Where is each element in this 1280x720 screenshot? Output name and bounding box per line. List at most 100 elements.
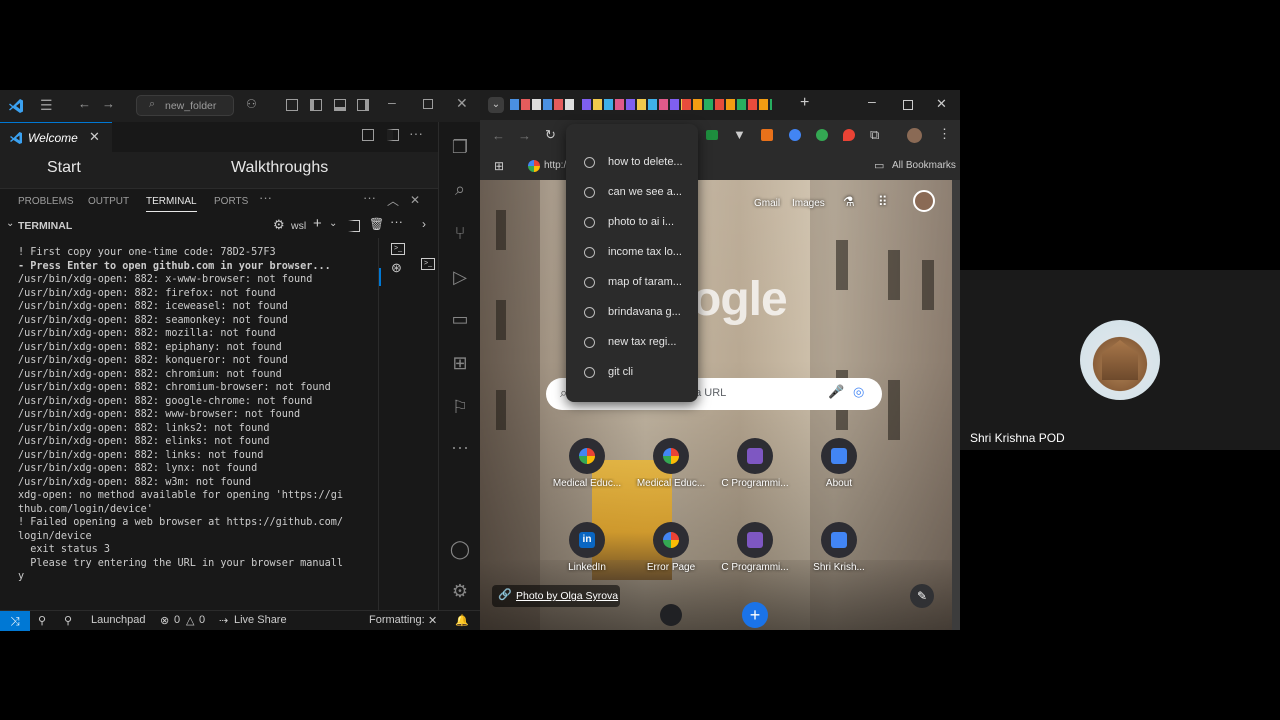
shortcut-tile[interactable]: Error Page xyxy=(636,522,706,592)
tab-problems[interactable]: PROBLEMS xyxy=(18,196,74,207)
extension-blue-icon[interactable] xyxy=(789,129,801,141)
back-arrow-icon[interactable]: ← xyxy=(78,96,91,111)
notifications-bell-icon[interactable]: 🔔 xyxy=(455,614,469,627)
shortcut-tile[interactable]: C Programmi... xyxy=(720,522,790,592)
photo-credit[interactable]: 🔗 Photo by Olga Syrova xyxy=(492,585,620,607)
terminal-shell-label[interactable]: wsl xyxy=(291,220,306,232)
extension-green-icon[interactable] xyxy=(706,130,718,140)
tab-output[interactable]: OUTPUT xyxy=(88,196,129,207)
terminal-instance-2-icon[interactable]: >_ xyxy=(421,258,435,270)
close-panel-icon[interactable]: ✕ xyxy=(410,193,420,207)
minimize-icon[interactable]: – xyxy=(388,94,396,110)
suggestion-item[interactable]: income tax lo... xyxy=(566,238,698,268)
toggle-panel-icon[interactable] xyxy=(334,99,346,111)
settings-gear-icon[interactable]: ⚙ xyxy=(449,580,471,602)
tab-terminal[interactable]: TERMINAL xyxy=(146,196,197,212)
pinned-tabs-group-2[interactable] xyxy=(582,99,682,110)
run-debug-icon[interactable]: ▷ xyxy=(449,266,471,288)
tab-ports[interactable]: PORTS xyxy=(214,196,248,207)
suggestion-item[interactable]: git cli xyxy=(566,358,698,388)
apps-grid-icon[interactable]: ⊞ xyxy=(494,159,504,173)
ports-icon[interactable]: ⚲ xyxy=(38,614,46,627)
github-shortcut-icon[interactable] xyxy=(660,604,682,626)
images-link[interactable]: Images xyxy=(792,198,825,209)
panel-actions-icon[interactable]: ··· xyxy=(363,190,376,205)
close-tab-icon[interactable]: ✕ xyxy=(89,129,100,145)
extensions-icon[interactable]: ⊞ xyxy=(449,352,471,374)
search-icon[interactable]: ⌕ xyxy=(449,178,471,200)
terminal-more-icon[interactable]: ··· xyxy=(390,214,403,229)
suggestion-item[interactable]: map of taram... xyxy=(566,268,698,298)
shortcut-tile[interactable]: Medical Educ... xyxy=(636,438,706,508)
chrome-maximize-icon[interactable] xyxy=(903,100,913,110)
page-scrollbar[interactable] xyxy=(952,180,960,630)
launchpad-label[interactable]: Launchpad xyxy=(91,614,145,626)
panel-more-icon[interactable]: ··· xyxy=(259,190,272,205)
chrome-close-icon[interactable]: ✕ xyxy=(936,96,947,112)
tab-search-icon[interactable]: ⌄ xyxy=(488,97,504,113)
split-editor-icon[interactable] xyxy=(387,129,399,141)
new-terminal-icon[interactable]: + xyxy=(313,215,322,232)
bookmark-url[interactable]: http:/ xyxy=(544,160,566,171)
chrome-menu-icon[interactable]: ⋮ xyxy=(938,126,951,142)
account-icon[interactable]: ◯ xyxy=(449,538,471,560)
layout-icon[interactable] xyxy=(286,99,298,111)
gmail-link[interactable]: Gmail xyxy=(754,198,780,209)
all-bookmarks[interactable]: All Bookmarks xyxy=(892,160,956,171)
formatting-label[interactable]: Formatting: xyxy=(369,614,425,626)
extension-red-icon[interactable] xyxy=(843,129,855,141)
terminal-instance-icon[interactable]: >_ xyxy=(391,243,405,255)
split-terminal-icon[interactable] xyxy=(348,220,360,232)
extension-green-round-icon[interactable] xyxy=(816,129,828,141)
command-center-search[interactable]: ⌕ new_folder xyxy=(136,95,234,116)
voice-search-mic-icon[interactable]: 🎤 xyxy=(828,384,844,400)
trash-icon[interactable]: 🗑 xyxy=(369,217,384,231)
shortcut-tile[interactable]: Medical Educ... xyxy=(552,438,622,508)
source-control-icon[interactable]: ⑂ xyxy=(449,222,471,244)
terminal-dropdown-icon[interactable]: ⌄ xyxy=(329,218,337,229)
reload-icon[interactable]: ↻ xyxy=(545,127,556,143)
shortcut-tile[interactable]: C Programmi... xyxy=(720,438,790,508)
copilot-icon[interactable]: ⚇ xyxy=(246,97,257,111)
maximize-icon[interactable] xyxy=(423,99,433,109)
chrome-minimize-icon[interactable]: – xyxy=(868,93,876,109)
suggestion-item[interactable]: photo to ai i... xyxy=(566,208,698,238)
suggestion-item[interactable]: can we see a... xyxy=(566,178,698,208)
tab-welcome[interactable]: Welcome ✕ xyxy=(0,122,112,152)
remote-indicator-icon[interactable]: ⤨ xyxy=(0,611,30,631)
more-views-icon[interactable]: ··· xyxy=(449,436,471,458)
lens-camera-icon[interactable]: ◎ xyxy=(853,384,864,400)
chevron-down-icon[interactable]: ⌄ xyxy=(6,218,14,229)
customize-pencil-icon[interactable]: ✎ xyxy=(910,584,934,608)
account-avatar[interactable] xyxy=(913,190,935,212)
pinned-tabs-group-1[interactable] xyxy=(510,99,574,110)
suggestion-item[interactable]: new tax regi... xyxy=(566,328,698,358)
formatting-close-icon[interactable]: ✕ xyxy=(428,614,437,627)
pinned-tabs-group-3[interactable] xyxy=(682,99,772,110)
open-preview-icon[interactable] xyxy=(362,129,374,141)
remote-explorer-icon[interactable]: ▭ xyxy=(449,308,471,330)
suggestion-item[interactable]: how to delete... xyxy=(566,148,698,178)
copilot-terminal-icon[interactable]: ⊛ xyxy=(391,260,402,276)
suggestion-item[interactable]: brindavana g... xyxy=(566,298,698,328)
problems-count[interactable]: 0 xyxy=(174,614,180,626)
forward-arrow-icon[interactable]: → xyxy=(102,96,115,111)
close-window-icon[interactable]: ✕ xyxy=(456,95,468,112)
live-share-label[interactable]: Live Share xyxy=(234,614,287,626)
participant-tile[interactable]: Shri Krishna POD xyxy=(960,270,1280,450)
extension-orange-icon[interactable] xyxy=(761,129,773,141)
shortcut-tile[interactable]: Shri Krish... xyxy=(804,522,874,592)
terminal-output[interactable]: ! First copy your one-time code: 78D2-57… xyxy=(0,238,378,614)
warnings-count[interactable]: 0 xyxy=(199,614,205,626)
extension-v-icon[interactable]: ▼ xyxy=(733,127,746,142)
new-tab-icon[interactable]: + xyxy=(800,94,809,112)
google-apps-icon[interactable]: ⠿ xyxy=(878,194,888,210)
explorer-icon[interactable]: ❐ xyxy=(449,136,471,158)
labs-flask-icon[interactable]: ⚗ xyxy=(843,194,855,210)
extensions-puzzle-icon[interactable]: ⧉ xyxy=(870,127,879,143)
menu-icon[interactable]: ☰ xyxy=(40,97,53,114)
toggle-sidebar-icon[interactable] xyxy=(310,99,322,111)
maximize-panel-icon[interactable]: ︿ xyxy=(387,192,399,209)
chevron-right-icon[interactable]: › xyxy=(422,217,426,231)
toggle-secondary-sidebar-icon[interactable] xyxy=(357,99,369,111)
